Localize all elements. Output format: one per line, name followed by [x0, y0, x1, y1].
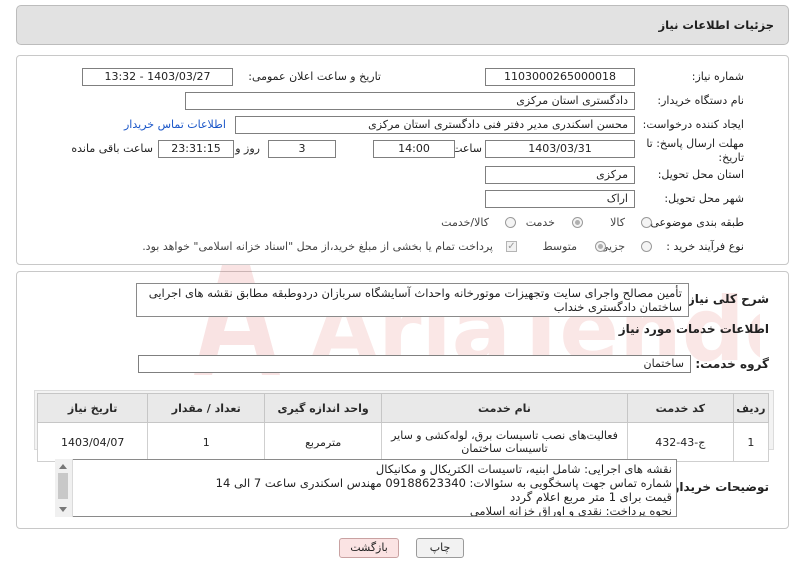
scroll-up-icon[interactable]: [59, 464, 67, 469]
col-header-code: کد خدمت: [626, 393, 734, 423]
process-minor-radio[interactable]: [641, 241, 652, 252]
col-header-name: نام خدمت: [381, 393, 628, 423]
buyer-notes-line: نحوه پرداخت: نقدی و اوراق خزانه اسلامی: [469, 504, 672, 517]
services-section-title: اطلاعات خدمات مورد نیاز: [618, 322, 769, 336]
treasury-payment-checkbox[interactable]: ✓: [506, 241, 517, 252]
process-medium-label: متوسط: [542, 240, 577, 253]
buyer-org-field: دادگستری استان مرکزی: [185, 92, 635, 110]
category-goods-service-label: کالا/خدمت: [441, 216, 489, 229]
buyer-notes-line: قیمت برای 1 متر مربع اعلام گردد: [510, 490, 672, 504]
process-label: نوع فرآیند خرید :: [666, 240, 744, 253]
category-service-label: خدمت: [525, 216, 555, 229]
col-header-row: ردیف: [732, 393, 770, 423]
buyer-notes-line: نقشه های اجرایی: شامل ابنیه، تاسیسات الک…: [375, 462, 672, 476]
announce-datetime-field: 1403/03/27 - 13:32: [82, 68, 233, 86]
col-header-date: تاریخ نیاز: [36, 393, 149, 423]
days-label: روز و: [235, 142, 260, 155]
cell-service-code: ج-43-432: [626, 422, 734, 462]
summary-label: شرح کلی نیاز:: [683, 292, 769, 306]
treasury-payment-note: پرداخت تمام یا بخشی از مبلغ خرید،از محل …: [142, 240, 493, 253]
table-row: 1 ج-43-432 فعالیت‌های نصب تاسیسات برق، ل…: [36, 422, 770, 462]
category-goods-radio[interactable]: [641, 217, 652, 228]
print-button[interactable]: چاپ: [416, 538, 464, 558]
category-service-radio[interactable]: [572, 217, 583, 228]
col-header-qty: تعداد / مقدار: [147, 393, 266, 423]
scroll-down-icon[interactable]: [59, 507, 67, 512]
province-field: مرکزی: [485, 166, 635, 184]
col-header-unit: واحد اندازه گیری: [264, 393, 383, 423]
city-label: شهر محل تحویل:: [664, 192, 744, 205]
services-table-header: ردیف کد خدمت نام خدمت واحد اندازه گیری ت…: [36, 393, 770, 423]
buyer-org-label: نام دستگاه خریدار:: [657, 94, 744, 107]
requester-label: ایجاد کننده درخواست:: [642, 118, 744, 131]
summary-textarea[interactable]: تأمین مصالح واجرای سایت وتجهیزات موتورخا…: [136, 283, 689, 317]
buyer-notes-line: شماره تماس جهت پاسخگویی به سئوالات: 0918…: [215, 476, 672, 490]
category-label: طبقه بندی موضوعی:: [646, 216, 744, 229]
buyer-notes-label: توضیحات خریدار:: [667, 480, 769, 494]
deadline-time-label: ساعت: [452, 142, 482, 155]
service-group-label: گروه خدمت:: [695, 357, 769, 371]
cell-row-number: 1: [732, 422, 770, 462]
remaining-time-field: 23:31:15: [158, 140, 234, 158]
buyer-notes-textarea[interactable]: نقشه های اجرایی: شامل ابنیه، تاسیسات الک…: [55, 459, 677, 517]
page-title: جزئیات اطلاعات نیاز: [658, 18, 774, 32]
announce-datetime-label: تاریخ و ساعت اعلان عمومی:: [248, 70, 381, 83]
process-medium-radio[interactable]: [595, 241, 606, 252]
deadline-label: مهلت ارسال پاسخ: تا: [646, 137, 744, 150]
need-details-panel: [16, 55, 789, 265]
remaining-days-field: 3: [268, 140, 336, 158]
page-header: جزئیات اطلاعات نیاز: [16, 5, 789, 45]
service-group-field: ساختمان: [138, 355, 691, 373]
cell-quantity: 1: [147, 422, 266, 462]
buyer-notes-scrollbar[interactable]: [55, 459, 73, 517]
cell-need-date: 1403/04/07: [36, 422, 149, 462]
back-button[interactable]: بازگشت: [339, 538, 399, 558]
need-number-label: شماره نیاز:: [691, 70, 744, 83]
city-field: اراک: [485, 190, 635, 208]
remaining-time-label: ساعت باقی مانده: [71, 142, 153, 155]
deadline-date-field: 1403/03/31: [485, 140, 635, 158]
cell-service-name: فعالیت‌های نصب تاسیسات برق، لوله‌کشی و س…: [381, 422, 628, 462]
category-goods-label: کالا: [610, 216, 625, 229]
need-number-field: 1103000265000018: [485, 68, 635, 86]
category-goods-service-radio[interactable]: [505, 217, 516, 228]
scroll-thumb[interactable]: [58, 473, 68, 499]
deadline-time-field: 14:00: [373, 140, 455, 158]
province-label: استان محل تحویل:: [657, 168, 744, 181]
services-table: ردیف کد خدمت نام خدمت واحد اندازه گیری ت…: [36, 393, 770, 462]
buyer-contact-link[interactable]: اطلاعات تماس خریدار: [124, 118, 226, 131]
deadline-label-date: تاریخ:: [718, 151, 744, 164]
requester-field: محسن اسکندری مدیر دفتر فنی دادگستری استا…: [235, 116, 635, 134]
cell-unit: مترمربع: [264, 422, 383, 462]
